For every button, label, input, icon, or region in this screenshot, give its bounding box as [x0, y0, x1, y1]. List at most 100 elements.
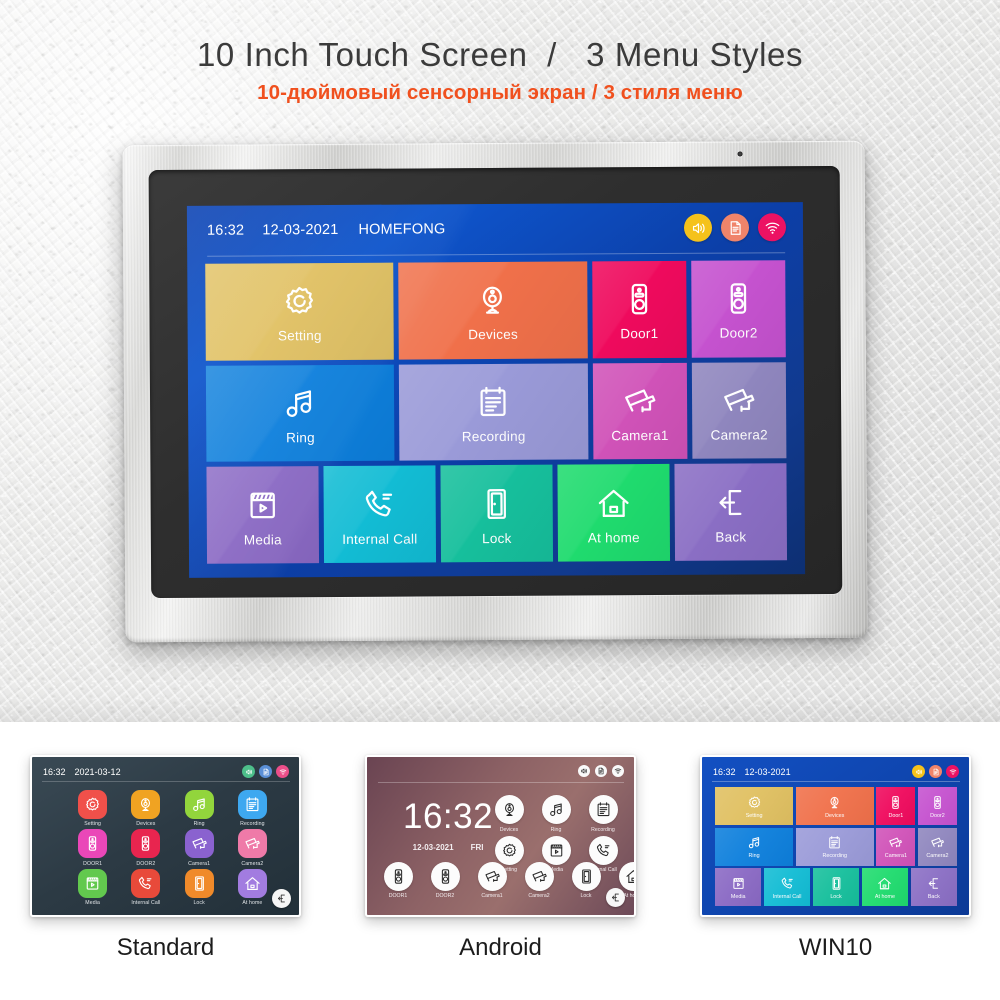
- standard-tile-label: Ring: [193, 821, 205, 828]
- android-tile-door2[interactable]: DOOR2: [426, 861, 464, 899]
- standard-volume-icon[interactable]: [242, 765, 255, 778]
- standard-wifi-icon[interactable]: [276, 765, 289, 778]
- tile-door2[interactable]: Door2: [691, 260, 786, 358]
- win10-volume-icon[interactable]: [912, 765, 925, 778]
- android-bottom-tiles: DOOR1 DOOR2 Camera1 Camera2 Lock At home: [379, 861, 634, 899]
- win10-tile-back[interactable]: Back: [910, 868, 958, 906]
- standard-tile-media[interactable]: Media: [68, 868, 117, 907]
- microphone-dot-icon: [737, 151, 743, 157]
- tile-recording[interactable]: Recording: [399, 363, 589, 461]
- standard-tile-label: Camera1: [188, 860, 211, 867]
- standard-tile-label: Media: [85, 900, 100, 907]
- win10-tile-camera2[interactable]: Camera2: [917, 827, 957, 866]
- tile-media[interactable]: Media: [206, 466, 320, 564]
- standard-tile-lock[interactable]: Lock: [175, 868, 224, 907]
- variant-card-standard: 16:32 2021-03-12 Setting Devices Ring Recor…: [30, 755, 301, 962]
- tile-internal-call[interactable]: Internal Call: [323, 465, 437, 564]
- cctv-icon: [184, 829, 214, 859]
- win10-tile-media[interactable]: Media: [715, 868, 762, 906]
- tile-setting[interactable]: Setting: [205, 262, 395, 361]
- headline-block: 10 Inch Touch Screen / 3 Menu Styles 10-…: [0, 36, 1000, 105]
- win10-tile-door1[interactable]: Door1: [876, 787, 916, 825]
- cctv-icon: [477, 861, 507, 891]
- win10-tile-setting[interactable]: Setting: [715, 787, 794, 825]
- standard-tile-label: DOOR1: [83, 860, 103, 867]
- android-clock-sub: 12-03-2021 FRI: [403, 843, 493, 852]
- win10-tile-label: Door1: [888, 812, 904, 819]
- win10-document-icon[interactable]: [929, 765, 942, 778]
- wifi-icon[interactable]: [757, 213, 787, 242]
- win10-tile-label: Internal Call: [772, 893, 802, 900]
- win10-tile-label: Ring: [748, 853, 760, 859]
- android-tile-recording[interactable]: Recording: [584, 795, 622, 833]
- standard-tile-camera1[interactable]: Camera1: [175, 829, 224, 868]
- android-status-icons: [578, 765, 624, 777]
- standard-date: 2021-03-12: [74, 766, 121, 777]
- win10-tile-lock[interactable]: Lock: [812, 868, 860, 906]
- standard-tile-label: Recording: [240, 821, 265, 828]
- phone-call-icon: [588, 835, 618, 865]
- tile-back[interactable]: Back: [674, 463, 788, 561]
- standard-tile-devices[interactable]: Devices: [121, 789, 170, 828]
- android-tile-door1[interactable]: DOOR1: [379, 861, 417, 899]
- standard-tile-at-home[interactable]: At home: [228, 868, 277, 907]
- standard-back-button[interactable]: [272, 889, 291, 908]
- doorbell-icon: [888, 794, 903, 811]
- android-tile-camera2[interactable]: Camera2: [520, 861, 558, 899]
- standard-time: 16:32: [43, 766, 66, 777]
- standard-tile-ring[interactable]: Ring: [175, 789, 224, 828]
- android-divider: [378, 782, 624, 783]
- standard-tile-setting[interactable]: Setting: [68, 789, 117, 828]
- cctv-icon: [930, 834, 945, 851]
- tile-lock[interactable]: Lock: [440, 464, 554, 563]
- doorbell-icon: [383, 861, 413, 891]
- gear-icon: [747, 794, 762, 811]
- cctv-icon: [237, 829, 267, 859]
- tile-door1[interactable]: Door1: [591, 260, 687, 359]
- volume-icon[interactable]: [683, 213, 713, 242]
- win10-tile-devices[interactable]: Devices: [795, 787, 874, 825]
- win10-tile-internal-call[interactable]: Internal Call: [763, 868, 811, 906]
- tile-camera2[interactable]: Camera2: [691, 361, 787, 460]
- win10-tile-label: Setting: [745, 812, 763, 819]
- standard-tile-camera2[interactable]: Camera2: [228, 829, 277, 868]
- win10-tile-ring[interactable]: Ring: [715, 827, 794, 866]
- android-volume-icon[interactable]: [578, 765, 590, 777]
- android-date: 12-03-2021: [412, 843, 454, 852]
- standard-tile-internal-call[interactable]: Internal Call: [121, 868, 170, 907]
- standard-tile-door1[interactable]: DOOR1: [68, 829, 117, 868]
- music-note-icon: [541, 795, 571, 824]
- standard-document-icon[interactable]: [259, 765, 272, 778]
- headline-russian: 10-дюймовый сенсорный экран / 3 стиля ме…: [257, 81, 743, 104]
- android-wifi-icon[interactable]: [612, 765, 624, 777]
- win10-tile-recording[interactable]: Recording: [795, 827, 874, 866]
- android-tile-ring[interactable]: Ring: [537, 795, 575, 833]
- variant-card-win10: 16:32 12-03-2021 Setting Devices Door1 Door…: [700, 755, 971, 962]
- document-icon[interactable]: [720, 213, 750, 242]
- tile-at-home[interactable]: At home: [557, 464, 671, 562]
- android-tile-lock[interactable]: Lock: [567, 861, 605, 899]
- win10-tile-label: Camera2: [926, 853, 949, 859]
- gear-icon: [78, 789, 108, 819]
- tile-label: Back: [715, 529, 747, 545]
- standard-tile-recording[interactable]: Recording: [228, 789, 277, 828]
- android-document-icon[interactable]: [595, 765, 607, 777]
- tile-camera1[interactable]: Camera1: [592, 362, 688, 460]
- android-tile-devices[interactable]: Devices: [490, 795, 528, 833]
- tile-devices[interactable]: Devices: [398, 261, 588, 360]
- tile-ring[interactable]: Ring: [205, 364, 395, 463]
- win10-tile-label: Camera1: [884, 853, 907, 859]
- win10-wifi-icon[interactable]: [946, 765, 959, 778]
- win10-tile-camera1[interactable]: Camera1: [876, 827, 916, 866]
- standard-tile-label: Internal Call: [131, 900, 161, 907]
- standard-status-icons: [242, 765, 289, 778]
- standard-tile-door2[interactable]: DOOR2: [121, 829, 170, 868]
- variant-screenshot-android: 16:32 12-03-2021 FRI Devices Ring Recordin…: [365, 755, 636, 917]
- android-back-button[interactable]: [606, 888, 625, 907]
- win10-tile-at-home[interactable]: At home: [861, 868, 909, 906]
- win10-tile-door2[interactable]: Door2: [917, 787, 957, 825]
- tile-label: Setting: [277, 328, 322, 344]
- cctv-icon: [721, 378, 757, 422]
- android-tile-camera1[interactable]: Camera1: [473, 861, 511, 899]
- wall-bottom-shadow: [0, 696, 1000, 722]
